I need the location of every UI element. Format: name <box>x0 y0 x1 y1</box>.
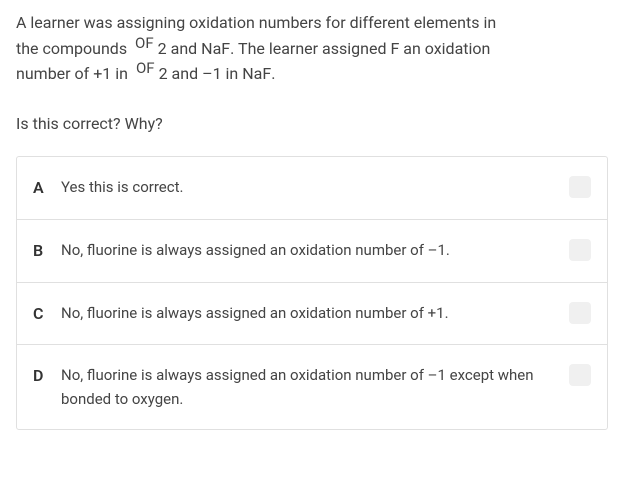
stem-line3-a: number of +1 in <box>16 61 132 87</box>
option-c[interactable]: C No, fluorine is always assigned an oxi… <box>17 283 607 346</box>
stem-line2-c: . The learner assigned F an oxidation <box>230 36 490 62</box>
stem-line3-b: and –1 in <box>168 61 243 87</box>
question-prompt: Is this correct? Why? <box>16 111 608 137</box>
option-letter: C <box>33 301 61 327</box>
option-text: Yes this is correct. <box>61 175 569 199</box>
formula-naf-1: NaF <box>201 36 230 62</box>
option-b[interactable]: B No, fluorine is always assigned an oxi… <box>17 220 607 283</box>
option-checkbox[interactable] <box>569 239 591 261</box>
option-letter: B <box>33 238 61 264</box>
stem-line2-a: the compounds <box>16 36 131 62</box>
formula-of2-2: OF <box>136 61 155 76</box>
option-checkbox[interactable] <box>569 176 591 198</box>
option-letter: D <box>33 363 61 389</box>
option-text: No, fluorine is always assigned an oxida… <box>61 363 569 411</box>
formula-naf-2: NaF <box>242 61 271 87</box>
option-checkbox[interactable] <box>569 364 591 386</box>
option-text: No, fluorine is always assigned an oxida… <box>61 238 569 262</box>
option-checkbox[interactable] <box>569 302 591 324</box>
stem-line3-c: . <box>271 61 275 87</box>
stem-line2-b: and <box>167 36 202 62</box>
option-text: No, fluorine is always assigned an oxida… <box>61 301 569 325</box>
option-letter: A <box>33 175 61 201</box>
options-container: A Yes this is correct. B No, fluorine is… <box>16 156 608 430</box>
option-d[interactable]: D No, fluorine is always assigned an oxi… <box>17 345 607 429</box>
option-a[interactable]: A Yes this is correct. <box>17 157 607 220</box>
formula-of2-1: OF <box>135 36 154 51</box>
stem-line1: A learner was assigning oxidation number… <box>16 10 496 36</box>
question-stem: A learner was assigning oxidation number… <box>16 10 608 87</box>
